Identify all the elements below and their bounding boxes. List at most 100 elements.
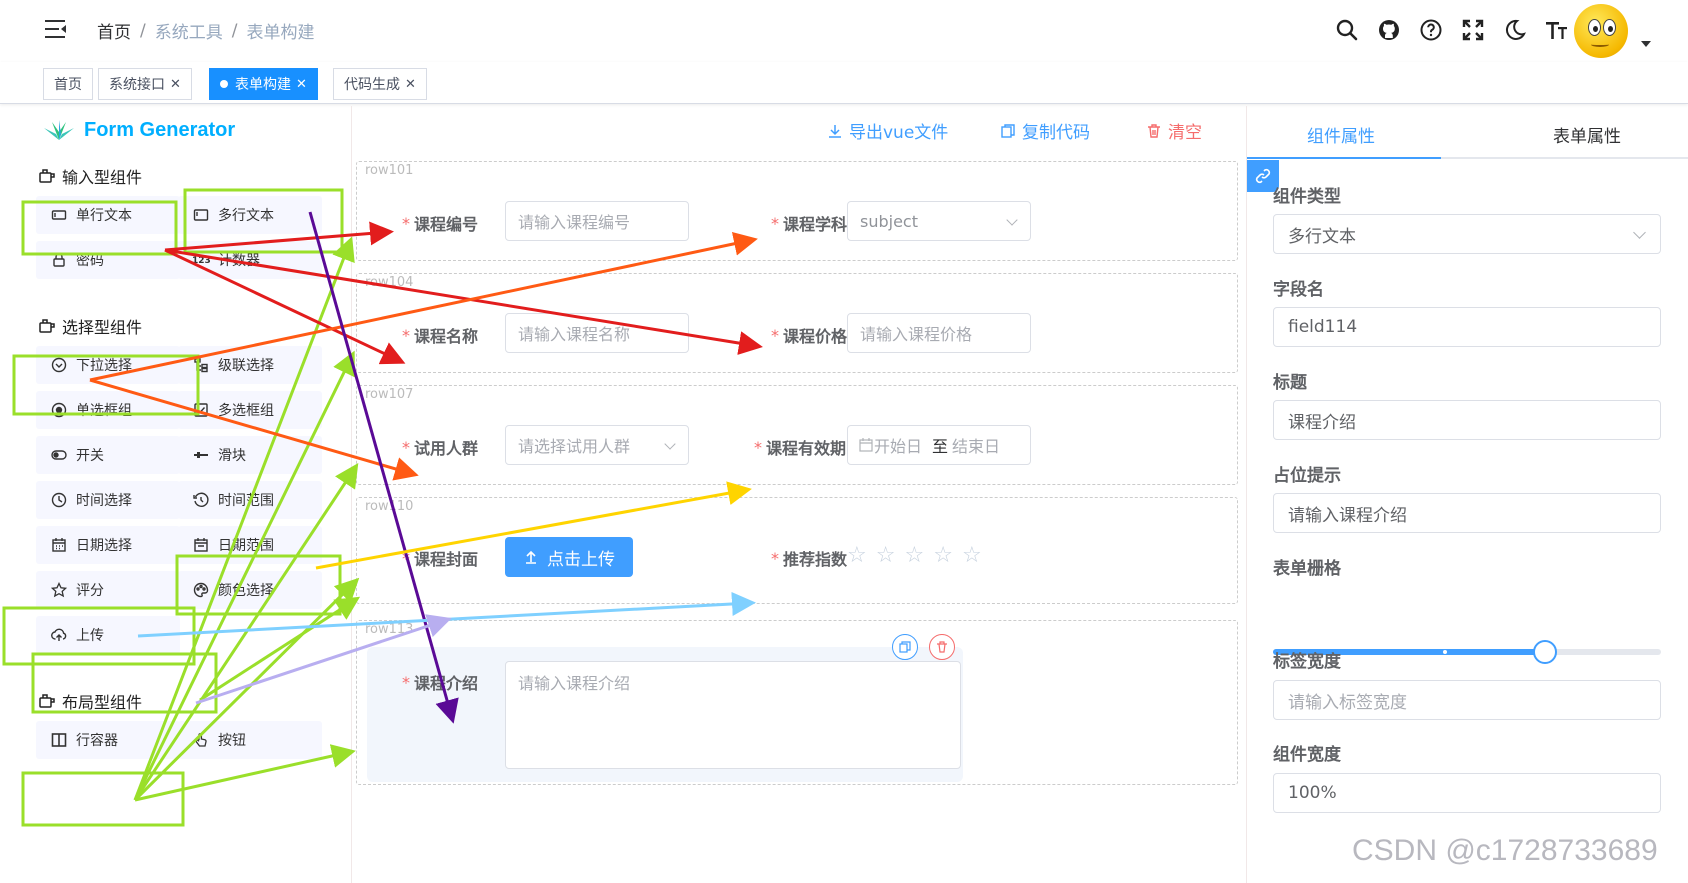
theme-icon[interactable] [1494,16,1536,44]
component-item[interactable]: 123 计数器 [178,241,322,279]
component-item[interactable]: 级联选择 [178,346,322,384]
tag-system-api[interactable]: 系统接口 ✕ [98,68,192,100]
component-item[interactable]: 评分 [36,571,180,609]
component-item[interactable]: 多行文本 [178,196,322,234]
field-label-rating: * 推荐指数 [771,548,848,570]
course-id-input[interactable]: 请输入课程编号 [505,201,689,241]
trash-icon [937,641,947,653]
avatar[interactable] [1574,4,1628,58]
password-icon [50,251,68,269]
rating-stars[interactable]: ☆ ☆ ☆ ☆ ☆ [847,543,982,568]
breadcrumb-item-tools[interactable]: 系统工具 [155,18,223,43]
upload-icon [526,550,536,564]
component-item[interactable]: 下拉选择 [36,346,180,384]
hamburger-icon[interactable] [45,20,67,38]
form-canvas[interactable]: row101 row104 row107 row110 row113 * 课程编号… [352,160,1246,883]
tag-home[interactable]: 首页 [43,68,93,100]
breadcrumb-item-home[interactable]: 首页 [97,18,131,43]
component-item-label: 日期范围 [218,538,274,554]
component-item[interactable]: 时间范围 [178,481,322,519]
close-icon[interactable]: ✕ [405,77,416,92]
svg-text:123: 123 [192,256,210,266]
component-item[interactable]: 密码 [36,241,180,279]
component-item-label: 上传 [76,628,104,644]
prop-label-comp-width: 组件宽度 [1273,745,1341,765]
clear-button[interactable]: 清空 [1146,118,1202,143]
star-icon[interactable]: ☆ [962,543,982,568]
date-icon [50,536,68,554]
trash-icon [1148,123,1160,138]
close-icon[interactable]: ✕ [170,77,181,92]
star-icon[interactable]: ☆ [876,543,896,568]
component-item[interactable]: 按钮 [178,721,322,759]
component-item[interactable]: 日期范围 [178,526,322,564]
intro-textarea[interactable]: 请输入课程介绍 [505,661,961,769]
help-icon[interactable] [1410,16,1452,44]
property-tabs: 组件属性 表单属性 [1247,106,1688,159]
fullscreen-icon[interactable] [1452,16,1494,44]
group-title-select: 选择型组件 [38,314,142,338]
component-item-label: 计数器 [218,253,260,269]
field-label-intro: * 课程介绍 [402,672,479,694]
component-group-icon [39,169,55,183]
github-icon[interactable] [1368,16,1410,44]
component-item-label: 单选框组 [76,403,132,419]
tag-code-gen[interactable]: 代码生成 ✕ [333,68,427,100]
component-item[interactable]: 单选框组 [36,391,180,429]
star-icon[interactable]: ☆ [847,543,867,568]
field-name-input[interactable]: field114 [1273,307,1661,347]
cascader-icon [192,356,210,374]
component-item[interactable]: 单行文本 [36,196,180,234]
watermark: CSDN @c1728733689 [1352,834,1658,867]
download-icon [829,124,841,138]
component-item-label: 行容器 [76,733,118,749]
component-item-label: 开关 [76,448,104,464]
logo-text: Form Generator [84,118,236,141]
component-item[interactable]: 颜色选择 [178,571,322,609]
export-vue-button[interactable]: 导出vue文件 [827,118,948,143]
select-icon [50,356,68,374]
font-size-icon[interactable] [1536,16,1578,44]
slider-icon [192,446,210,464]
field-label-validity: * 课程有效期 [754,437,847,459]
tag-form-build[interactable]: 表单构建 ✕ [209,68,318,100]
component-item-label: 滑块 [218,448,246,464]
prop-label-type: 组件类型 [1273,187,1341,207]
component-item[interactable]: 滑块 [178,436,322,474]
close-icon[interactable]: ✕ [296,77,307,92]
component-item[interactable]: 日期选择 [36,526,180,564]
component-type-select[interactable]: 多行文本 [1273,214,1661,254]
audience-select[interactable]: 请选择试用人群 [505,425,689,465]
component-width-input[interactable]: 100% [1273,773,1661,813]
price-input[interactable]: 请输入课程价格 [847,313,1031,353]
component-item[interactable]: 上传 [36,616,180,654]
component-group-icon [39,319,55,333]
placeholder-input[interactable]: 请输入课程介绍 [1273,493,1661,533]
component-item[interactable]: 行容器 [36,721,180,759]
component-item-label: 评分 [76,583,104,599]
copy-code-button[interactable]: 复制代码 [1000,118,1090,143]
tab-component-props[interactable]: 组件属性 [1307,122,1375,147]
tab-form-props[interactable]: 表单属性 [1553,122,1621,147]
course-name-input[interactable]: 请输入课程名称 [505,313,689,353]
star-icon[interactable]: ☆ [904,543,924,568]
number-icon: 123 [192,251,210,269]
component-item[interactable]: 多选框组 [178,391,322,429]
prop-label-field: 字段名 [1273,280,1324,300]
subject-select[interactable]: subject [847,201,1031,241]
slider-thumb[interactable] [1532,640,1557,664]
copy-item-button[interactable] [892,634,918,660]
component-item[interactable]: 时间选择 [36,481,180,519]
label-width-input[interactable]: 请输入标签宽度 [1273,680,1661,720]
component-item-label: 单行文本 [76,208,132,224]
search-icon[interactable] [1326,16,1368,44]
star-icon[interactable]: ☆ [933,543,953,568]
component-item[interactable]: 开关 [36,436,180,474]
title-input[interactable]: 课程介绍 [1273,400,1661,440]
upload-button[interactable]: 点击上传 [505,537,633,577]
prop-label-grid: 表单栅格 [1273,559,1341,579]
delete-item-button[interactable] [929,634,955,660]
switch-icon [50,446,68,464]
validity-date-range[interactable]: 开始日 至 结束日 [847,425,1031,465]
chevron-down-icon[interactable] [1641,41,1651,47]
